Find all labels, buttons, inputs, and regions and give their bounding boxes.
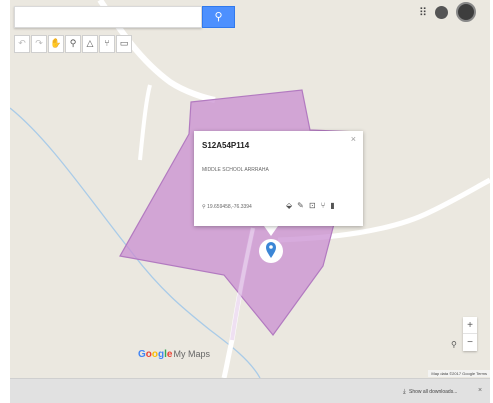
avatar[interactable] (456, 2, 476, 22)
directions-icon[interactable]: ⑂ (321, 201, 326, 210)
directions-icon[interactable]: ⑂ (99, 35, 115, 53)
feature-title: S12A54P114 (202, 141, 250, 150)
info-window: × S12A54P114 MIDDLE SCHOOL ARRRAHA ⚲ 19.… (194, 131, 363, 226)
my-location-icon[interactable]: ⚲ (451, 340, 457, 349)
show-all-downloads-link[interactable]: Show all downloads... (409, 389, 457, 395)
map-canvas[interactable]: ⚲ ↶ ↷ ✋ ⚲ △ ⑂ ▭ ⠿ × S12A54P114 MIDDLE SC… (10, 0, 490, 378)
notifications-icon[interactable] (435, 5, 448, 19)
draw-line-icon[interactable]: △ (82, 35, 98, 53)
delete-trash-icon[interactable]: ▮ (330, 201, 334, 210)
close-icon[interactable]: × (478, 387, 482, 394)
map-toolbar: ↶ ↷ ✋ ⚲ △ ⑂ ▭ (14, 35, 133, 53)
zoom-in-button[interactable]: + (463, 317, 477, 334)
zoom-control: + − (463, 317, 477, 351)
search-icon: ⚲ (214, 11, 223, 23)
search-input[interactable] (14, 6, 202, 28)
add-photo-icon[interactable]: ⊡ (309, 201, 316, 210)
edit-pencil-icon[interactable]: ✎ (297, 201, 304, 210)
zoom-out-button[interactable]: − (463, 334, 477, 351)
feature-description: MIDDLE SCHOOL ARRRAHA (202, 167, 269, 173)
search-button[interactable]: ⚲ (202, 6, 235, 28)
map-frame: ⚲ ↶ ↷ ✋ ⚲ △ ⑂ ▭ ⠿ × S12A54P114 MIDDLE SC… (10, 0, 490, 403)
download-icon: ⤓ (403, 388, 406, 395)
hand-pan-icon[interactable]: ✋ (48, 35, 64, 53)
close-icon[interactable]: × (351, 134, 356, 144)
feature-actions: ⬙ ✎ ⊡ ⑂ ▮ (286, 201, 340, 210)
apps-grid-icon[interactable]: ⠿ (419, 6, 427, 19)
coordinates-text: 19.659458,-76.3394 (207, 204, 252, 210)
road-north-branch (138, 84, 152, 161)
redo-icon[interactable]: ↷ (31, 35, 47, 53)
downloads-bar: ⤓ Show all downloads... × (10, 378, 490, 403)
undo-icon[interactable]: ↶ (14, 35, 30, 53)
map-attribution[interactable]: Map data ©2017 Google Terms (428, 370, 490, 377)
google-my-maps-logo: GoogleMy Maps (138, 349, 210, 360)
marker-dot (269, 245, 273, 249)
add-marker-icon[interactable]: ⚲ (65, 35, 81, 53)
measure-ruler-icon[interactable]: ▭ (116, 35, 132, 53)
feature-coordinates: ⚲ 19.659458,-76.3394 (202, 204, 252, 210)
style-paint-icon[interactable]: ⬙ (286, 201, 292, 210)
header-icons: ⠿ (411, 2, 476, 22)
location-pin-icon: ⚲ (202, 204, 206, 210)
